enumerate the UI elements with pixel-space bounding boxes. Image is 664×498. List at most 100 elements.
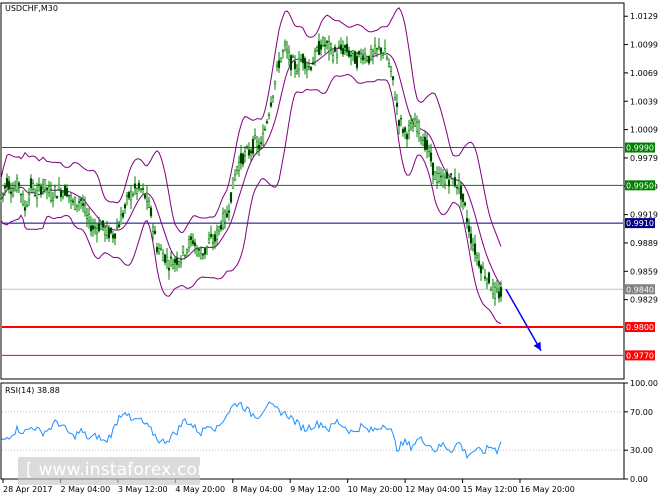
candle-body: [456, 187, 458, 188]
candle-body: [96, 228, 98, 233]
x-tick-label: 4 May 20:00: [175, 485, 225, 494]
candle-body: [470, 234, 472, 243]
rsi-tick-label: 100.00: [630, 379, 658, 388]
candle-body: [334, 47, 336, 51]
candle-body: [34, 195, 36, 196]
forecast-arrow-line: [506, 289, 541, 350]
candle-body: [482, 267, 484, 269]
candle-body: [132, 194, 134, 195]
candle-body: [204, 248, 206, 254]
candle-body: [58, 185, 60, 189]
candle-body: [496, 289, 498, 291]
candle-body: [380, 48, 382, 53]
candle-body: [214, 235, 216, 242]
candle-body: [264, 129, 266, 130]
candle-body: [296, 72, 298, 74]
bollinger-upper: [1, 8, 501, 247]
candle-body: [212, 242, 214, 243]
candle-body: [6, 178, 8, 187]
x-tick-label: 12 May 04:00: [405, 485, 460, 494]
candle-body: [244, 152, 246, 156]
candle-body: [306, 67, 308, 70]
candle-body: [302, 54, 304, 63]
candle-body: [326, 41, 328, 43]
candle-body: [360, 54, 362, 59]
candle-body: [474, 244, 476, 255]
level-label: 0.9770: [626, 351, 654, 360]
candle-body: [130, 191, 132, 200]
candle-body: [394, 98, 396, 100]
candle-body: [274, 81, 276, 84]
candle-body: [48, 186, 50, 192]
candle-body: [486, 279, 488, 284]
candle-body: [80, 199, 82, 201]
candle-body: [228, 211, 230, 213]
candle-body: [156, 247, 158, 252]
candle-body: [346, 44, 348, 52]
candle-body: [242, 154, 244, 164]
candle-body: [110, 228, 112, 233]
candle-body: [324, 45, 326, 46]
candle-body: [192, 241, 194, 244]
candle-body: [258, 145, 260, 149]
candle-body: [280, 58, 282, 62]
watermark-text: [ www.instaforex.com ]: [26, 460, 226, 480]
candle-body: [408, 125, 410, 130]
candle-body: [36, 191, 38, 199]
price-chart-title: USDCHF,M30: [5, 4, 58, 13]
candle-body: [72, 201, 74, 202]
candle-body: [358, 51, 360, 54]
candle-body: [400, 118, 402, 119]
candle-body: [478, 261, 480, 267]
candle-body: [202, 254, 204, 256]
candle-body: [300, 60, 302, 61]
candle-body: [328, 42, 330, 52]
candle-body: [134, 184, 136, 189]
candle-body: [434, 172, 436, 180]
candle-body: [238, 162, 240, 170]
candle-body: [44, 179, 46, 189]
candle-body: [70, 196, 72, 200]
price-tick-label: 1.0129: [630, 12, 658, 21]
candle-body: [162, 254, 164, 261]
candle-body: [140, 189, 142, 190]
candle-body: [378, 47, 380, 48]
candle-body: [262, 134, 264, 145]
candle-body: [26, 205, 28, 206]
candle-body: [40, 186, 42, 194]
candle-body: [210, 234, 212, 237]
candle-body: [120, 215, 122, 224]
candle-body: [30, 178, 32, 188]
candle-body: [38, 185, 40, 186]
candle-body: [102, 221, 104, 228]
chart-area: USDCHF,M30 RSI(14) 38.88 1.01291.00991.0…: [0, 0, 664, 498]
candle-body: [480, 266, 482, 273]
candle-body: [404, 128, 406, 132]
price-tick-label: 1.0069: [630, 69, 658, 78]
candle-body: [472, 245, 474, 249]
x-tick-label: 2 May 04:00: [60, 485, 110, 494]
candle-body: [316, 47, 318, 50]
candle-body: [352, 50, 354, 53]
candle-body: [476, 256, 478, 258]
candle-body: [150, 208, 152, 216]
x-tick-label: 15 May 12:00: [463, 485, 518, 494]
candle-body: [444, 177, 446, 184]
candle-body: [416, 123, 418, 132]
candle-body: [500, 287, 502, 296]
candle-body: [18, 183, 20, 186]
candle-body: [318, 41, 320, 54]
candle-body: [196, 249, 198, 255]
candle-body: [136, 189, 138, 194]
candle-body: [388, 63, 390, 66]
candle-body: [266, 121, 268, 123]
candle-body: [436, 173, 438, 182]
candle-body: [24, 207, 26, 210]
candle-body: [276, 65, 278, 67]
candle-body: [338, 47, 340, 48]
candle-body: [28, 195, 30, 201]
candle-body: [362, 56, 364, 60]
candle-body: [46, 188, 48, 190]
candle-body: [330, 44, 332, 48]
candle-body: [438, 173, 440, 181]
